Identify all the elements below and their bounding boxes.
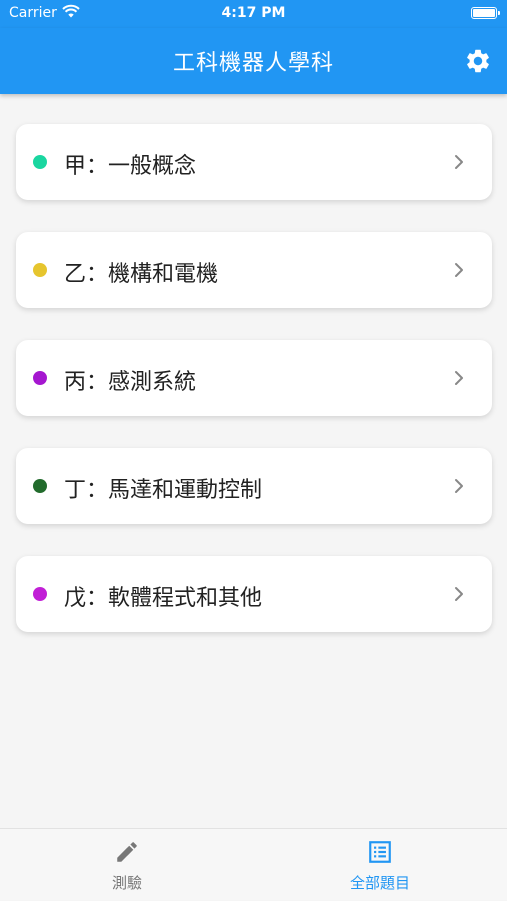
- category-dot: [33, 479, 47, 493]
- category-dot: [33, 587, 47, 601]
- pencil-icon: [117, 842, 137, 862]
- status-bar: Carrier 4:17 PM: [0, 0, 507, 28]
- category-dot: [33, 371, 47, 385]
- tab-all-questions-label: 全部題目: [349, 874, 410, 892]
- category-item-software[interactable]: 戊：軟體程式和其他: [16, 556, 492, 632]
- category-dot: [33, 263, 47, 277]
- category-label: 戊：軟體程式和其他: [64, 586, 263, 611]
- category-label: 丁：馬達和運動控制: [64, 478, 263, 503]
- page-title: 工科機器人學科: [172, 51, 334, 76]
- category-item-motors[interactable]: 丁：馬達和運動控制: [16, 448, 492, 524]
- category-label: 丙：感測系統: [64, 370, 197, 395]
- chevron-right-icon: [455, 371, 463, 385]
- category-list: 甲：一般概念 乙：機構和電機 丙：感測系統 丁：馬達和運動控制 戊：軟體程式和其…: [16, 124, 492, 664]
- category-dot: [33, 155, 47, 169]
- chevron-right-icon: [455, 587, 463, 601]
- chevron-right-icon: [455, 479, 463, 493]
- battery-icon: [471, 7, 500, 19]
- gear-icon[interactable]: [464, 47, 492, 75]
- app-bar: 工科機器人學科: [0, 28, 507, 94]
- category-label: 乙：機構和電機: [64, 262, 219, 287]
- category-item-general[interactable]: 甲：一般概念: [16, 124, 492, 200]
- chevron-right-icon: [455, 263, 463, 277]
- chevron-right-icon: [455, 155, 463, 169]
- category-item-mechanism[interactable]: 乙：機構和電機: [16, 232, 492, 308]
- tab-quiz-label: 測驗: [111, 874, 142, 892]
- tab-quiz[interactable]: 測驗: [0, 829, 254, 901]
- category-label: 甲：一般概念: [64, 154, 197, 179]
- tab-bar: 測驗 全部題目: [0, 828, 507, 900]
- list-icon: [369, 841, 391, 863]
- tab-all-questions[interactable]: 全部題目: [253, 829, 507, 901]
- category-item-sensors[interactable]: 丙：感測系統: [16, 340, 492, 416]
- clock: 4:17 PM: [221, 5, 286, 21]
